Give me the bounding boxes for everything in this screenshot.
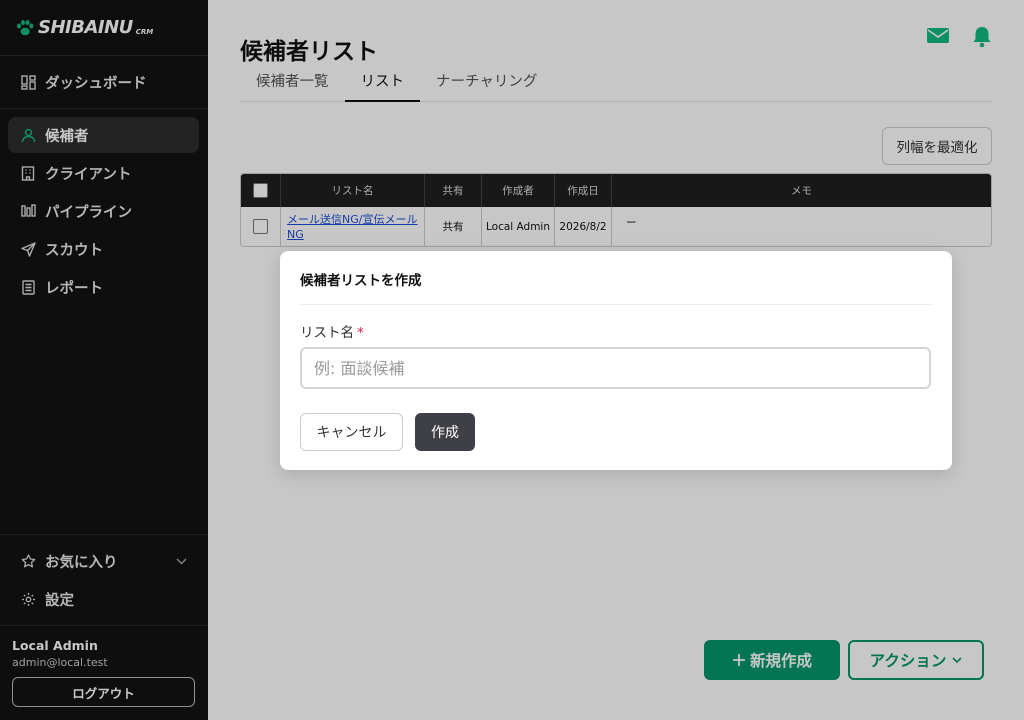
cancel-button[interactable]: キャンセル: [300, 413, 403, 451]
dialog-title: 候補者リストを作成: [300, 251, 932, 305]
required-mark: *: [357, 325, 364, 341]
create-button[interactable]: 作成: [415, 413, 475, 451]
list-name-input[interactable]: [300, 347, 931, 389]
field-label-text: リスト名: [300, 325, 354, 341]
create-list-dialog: 候補者リストを作成 リスト名* キャンセル 作成: [280, 251, 952, 470]
list-name-label: リスト名 *: [300, 321, 932, 341]
